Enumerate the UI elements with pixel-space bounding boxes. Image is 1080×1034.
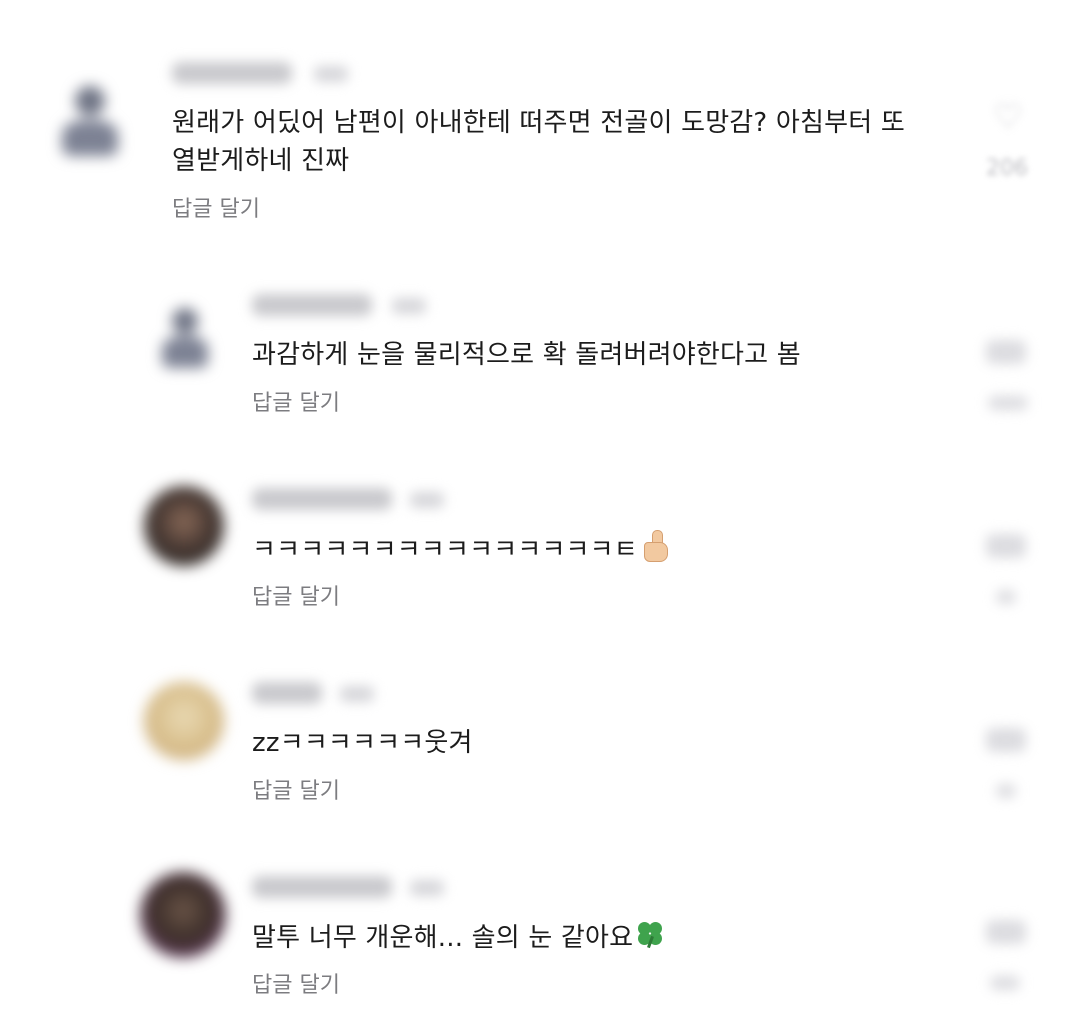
heart-icon[interactable] xyxy=(986,920,1026,944)
comments-page: 원래가 어딨어 남편이 아내한테 떠주면 전골이 도망감? 아침부터 또 열받게… xyxy=(0,0,1080,1034)
comment-5: 말투 너무 개운해... 솔의 눈 같아요 답글 달기 xyxy=(0,0,1080,1034)
comment-text-body: 말투 너무 개운해... 솔의 눈 같아요 xyxy=(252,923,634,953)
comment-text: 말투 너무 개운해... 솔의 눈 같아요 xyxy=(252,918,952,957)
timestamp xyxy=(410,880,444,896)
avatar[interactable] xyxy=(140,872,226,958)
reply-button[interactable]: 답글 달기 xyxy=(252,972,340,1000)
four-leaf-clover-icon xyxy=(635,918,665,950)
username[interactable] xyxy=(252,876,392,898)
like-count xyxy=(990,976,1020,990)
